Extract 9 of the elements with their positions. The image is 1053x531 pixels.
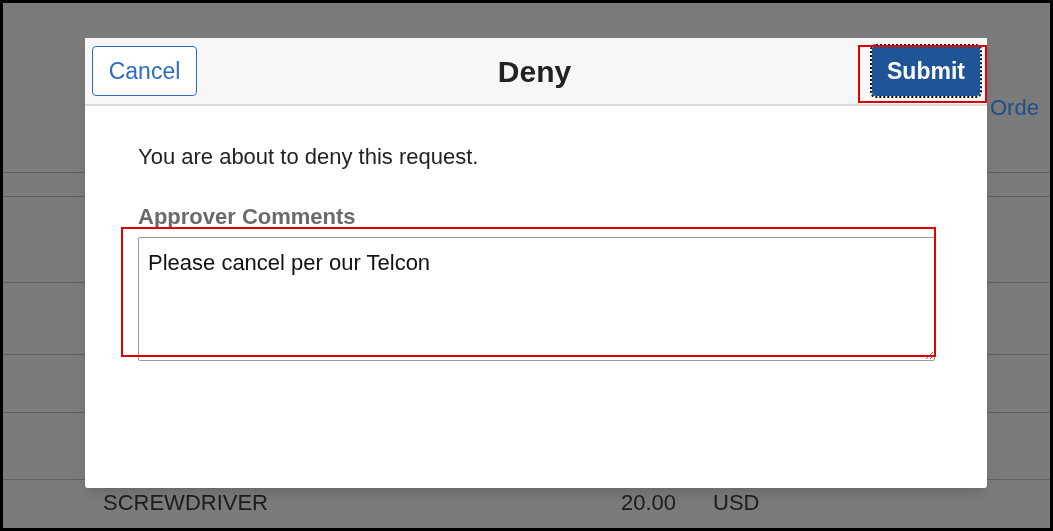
comments-field[interactable]: Please cancel per our Telcon <box>138 237 935 361</box>
submit-button[interactable]: Submit <box>872 46 980 96</box>
dialog-title: Deny <box>497 53 572 90</box>
cancel-button[interactable]: Cancel <box>92 46 197 96</box>
dialog-message: You are about to deny this request. <box>138 143 480 171</box>
comments-label: Approver Comments <box>138 203 357 231</box>
item-name: SCREWDRIVER <box>103 488 269 517</box>
amount: 20.00 <box>621 488 678 517</box>
currency: USD <box>713 488 760 517</box>
